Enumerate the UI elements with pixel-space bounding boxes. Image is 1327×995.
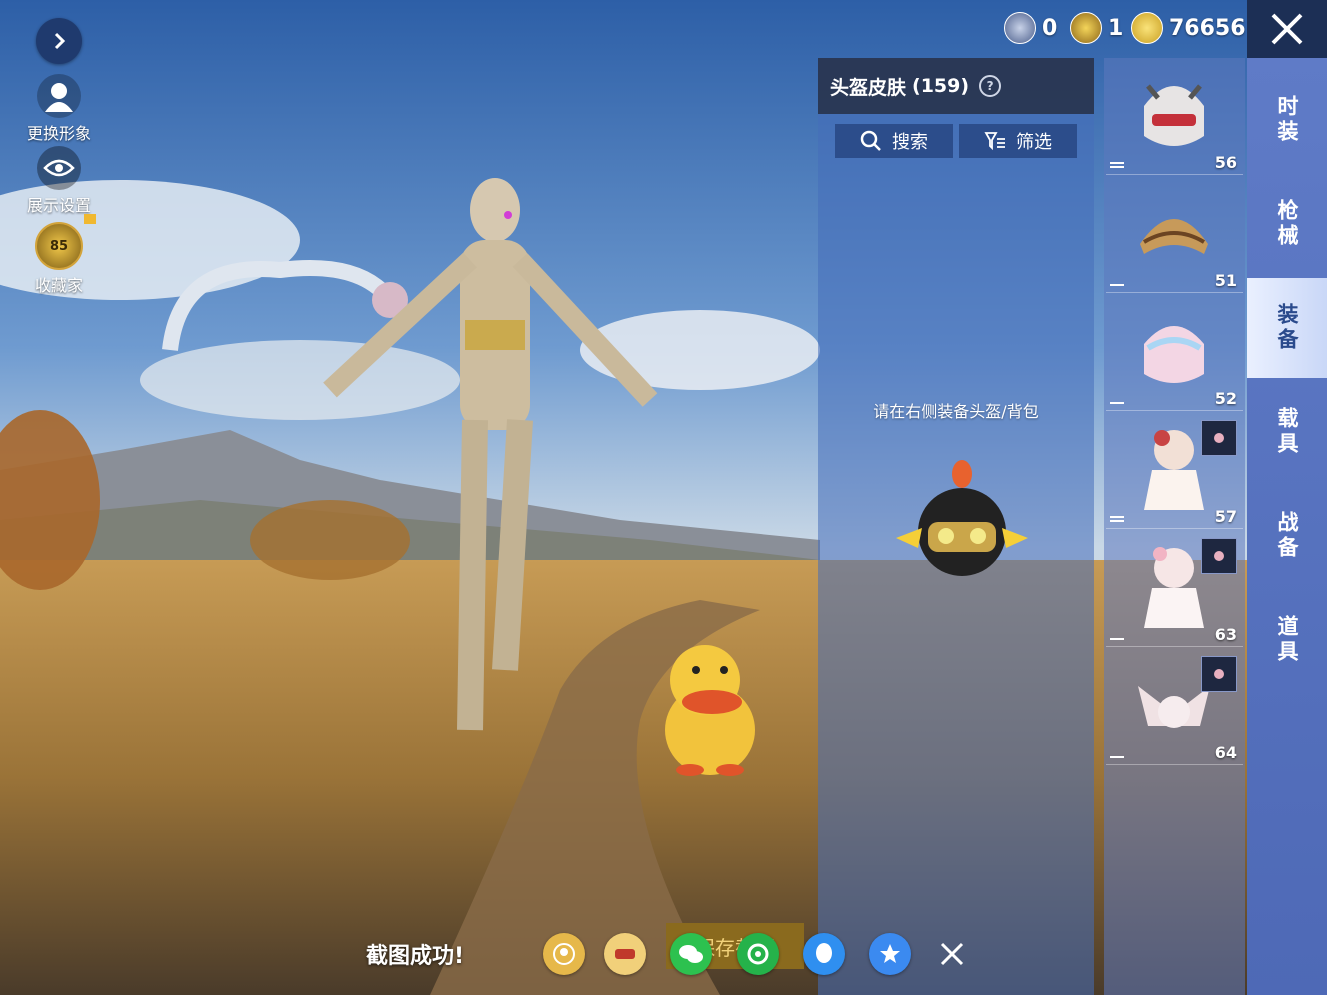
gold-emblem-icon — [1070, 12, 1102, 44]
item-slot[interactable]: 63 — [1106, 530, 1243, 647]
helmet-skin-panel: 头盔皮肤 (159) ? 搜索 筛选 请在右侧装备头盔/背包 — [818, 58, 1094, 995]
currency-1: 0 — [1004, 12, 1057, 44]
star-icon — [880, 944, 900, 963]
chevron-right-icon — [54, 32, 66, 50]
tab-equipment[interactable]: 装备 — [1247, 278, 1327, 378]
filter-label: 筛选 — [1016, 132, 1052, 153]
currency-3-value: 76656 — [1169, 15, 1246, 41]
close-icon — [1271, 13, 1303, 45]
item-count: 51 — [1214, 271, 1237, 290]
tab-items[interactable]: 道具 — [1247, 592, 1327, 688]
share-game-app-button[interactable] — [604, 933, 646, 975]
item-slot[interactable]: 52 — [1106, 294, 1243, 411]
eye-icon — [37, 146, 81, 190]
currency-1-value: 0 — [1042, 15, 1058, 41]
share-wechat-button[interactable] — [670, 933, 712, 975]
item-slot[interactable]: 57 — [1106, 412, 1243, 529]
helmet-item-list: 56 51 52 57 63 64 — [1104, 58, 1245, 995]
panel-title: 头盔皮肤 — [830, 76, 907, 99]
share-profile-button[interactable] — [543, 933, 585, 975]
gold-coin-icon — [1131, 12, 1163, 44]
equip-hint-text: 请在右侧装备头盔/背包 — [873, 402, 1039, 421]
search-icon — [860, 130, 881, 151]
filter-icon — [984, 132, 1005, 151]
change-avatar-label: 更换形象 — [26, 124, 91, 143]
avatar-icon — [37, 74, 81, 118]
close-share-button[interactable] — [934, 936, 970, 972]
game-logo-icon — [615, 949, 635, 959]
collector-label: 收藏家 — [34, 276, 83, 295]
tab-weapons[interactable]: 枪械 — [1247, 176, 1327, 272]
search-label: 搜索 — [892, 132, 928, 153]
gift-icon — [84, 214, 96, 224]
item-count: 63 — [1214, 625, 1237, 644]
category-tabs: 时装 枪械 装备 载具 战备 道具 — [1247, 58, 1327, 995]
helmet-preview — [896, 460, 1028, 576]
item-slot[interactable]: 64 — [1106, 648, 1243, 765]
panel-header: 头盔皮肤 (159) ? — [818, 58, 1094, 114]
panel-count: (159) — [912, 75, 970, 97]
drag-handle[interactable] — [1110, 400, 1124, 404]
qq-icon — [816, 943, 832, 963]
tab-fashion[interactable]: 时装 — [1247, 72, 1327, 168]
close-button[interactable] — [1247, 0, 1327, 58]
collector-badge-icon: 85 — [35, 222, 83, 270]
collector-level: 85 — [49, 238, 69, 254]
change-avatar-button[interactable]: 更换形象 — [14, 74, 104, 144]
item-count: 56 — [1214, 153, 1237, 172]
ornate-helmet-icon — [1140, 219, 1208, 254]
pendant-icon — [1201, 420, 1237, 456]
wechat-icon — [679, 945, 703, 963]
drag-handle[interactable] — [1110, 514, 1124, 522]
drag-handle[interactable] — [1110, 636, 1124, 640]
help-icon[interactable]: ? — [979, 75, 1002, 97]
item-slot[interactable]: 56 — [1106, 58, 1243, 175]
pendant-icon — [1201, 656, 1237, 692]
collector-button[interactable]: 85 收藏家 — [14, 214, 104, 296]
item-slot[interactable]: 51 — [1106, 176, 1243, 293]
close-icon — [940, 942, 964, 966]
screenshot-success-text: 截图成功! — [366, 944, 465, 969]
pendant-icon — [1201, 538, 1237, 574]
item-count: 64 — [1214, 743, 1237, 762]
silver-coin-icon — [1004, 12, 1036, 44]
currency-2-value: 1 — [1108, 15, 1124, 41]
item-count: 57 — [1214, 507, 1237, 526]
item-count: 52 — [1214, 389, 1237, 408]
drag-handle[interactable] — [1110, 160, 1124, 168]
share-moments-button[interactable] — [737, 933, 779, 975]
profile-icon — [553, 943, 575, 965]
cat-helmet-icon — [1144, 84, 1204, 146]
display-settings-button[interactable]: 展示设置 — [14, 146, 104, 216]
currency-3: 76656 — [1131, 12, 1246, 44]
display-settings-label: 展示设置 — [26, 196, 91, 215]
expand-button[interactable] — [36, 18, 82, 64]
moments-icon — [747, 943, 769, 965]
search-button[interactable]: 搜索 — [835, 124, 953, 158]
tab-vehicles[interactable]: 载具 — [1247, 384, 1327, 480]
share-qq-button[interactable] — [803, 933, 845, 975]
drag-handle[interactable] — [1110, 754, 1124, 758]
drag-handle[interactable] — [1110, 282, 1124, 286]
tab-battle-prep[interactable]: 战备 — [1247, 488, 1327, 584]
filter-button[interactable]: 筛选 — [959, 124, 1077, 158]
share-qzone-button[interactable] — [869, 933, 911, 975]
pink-helmet-icon — [1144, 326, 1204, 383]
currency-2: 1 — [1070, 12, 1123, 44]
